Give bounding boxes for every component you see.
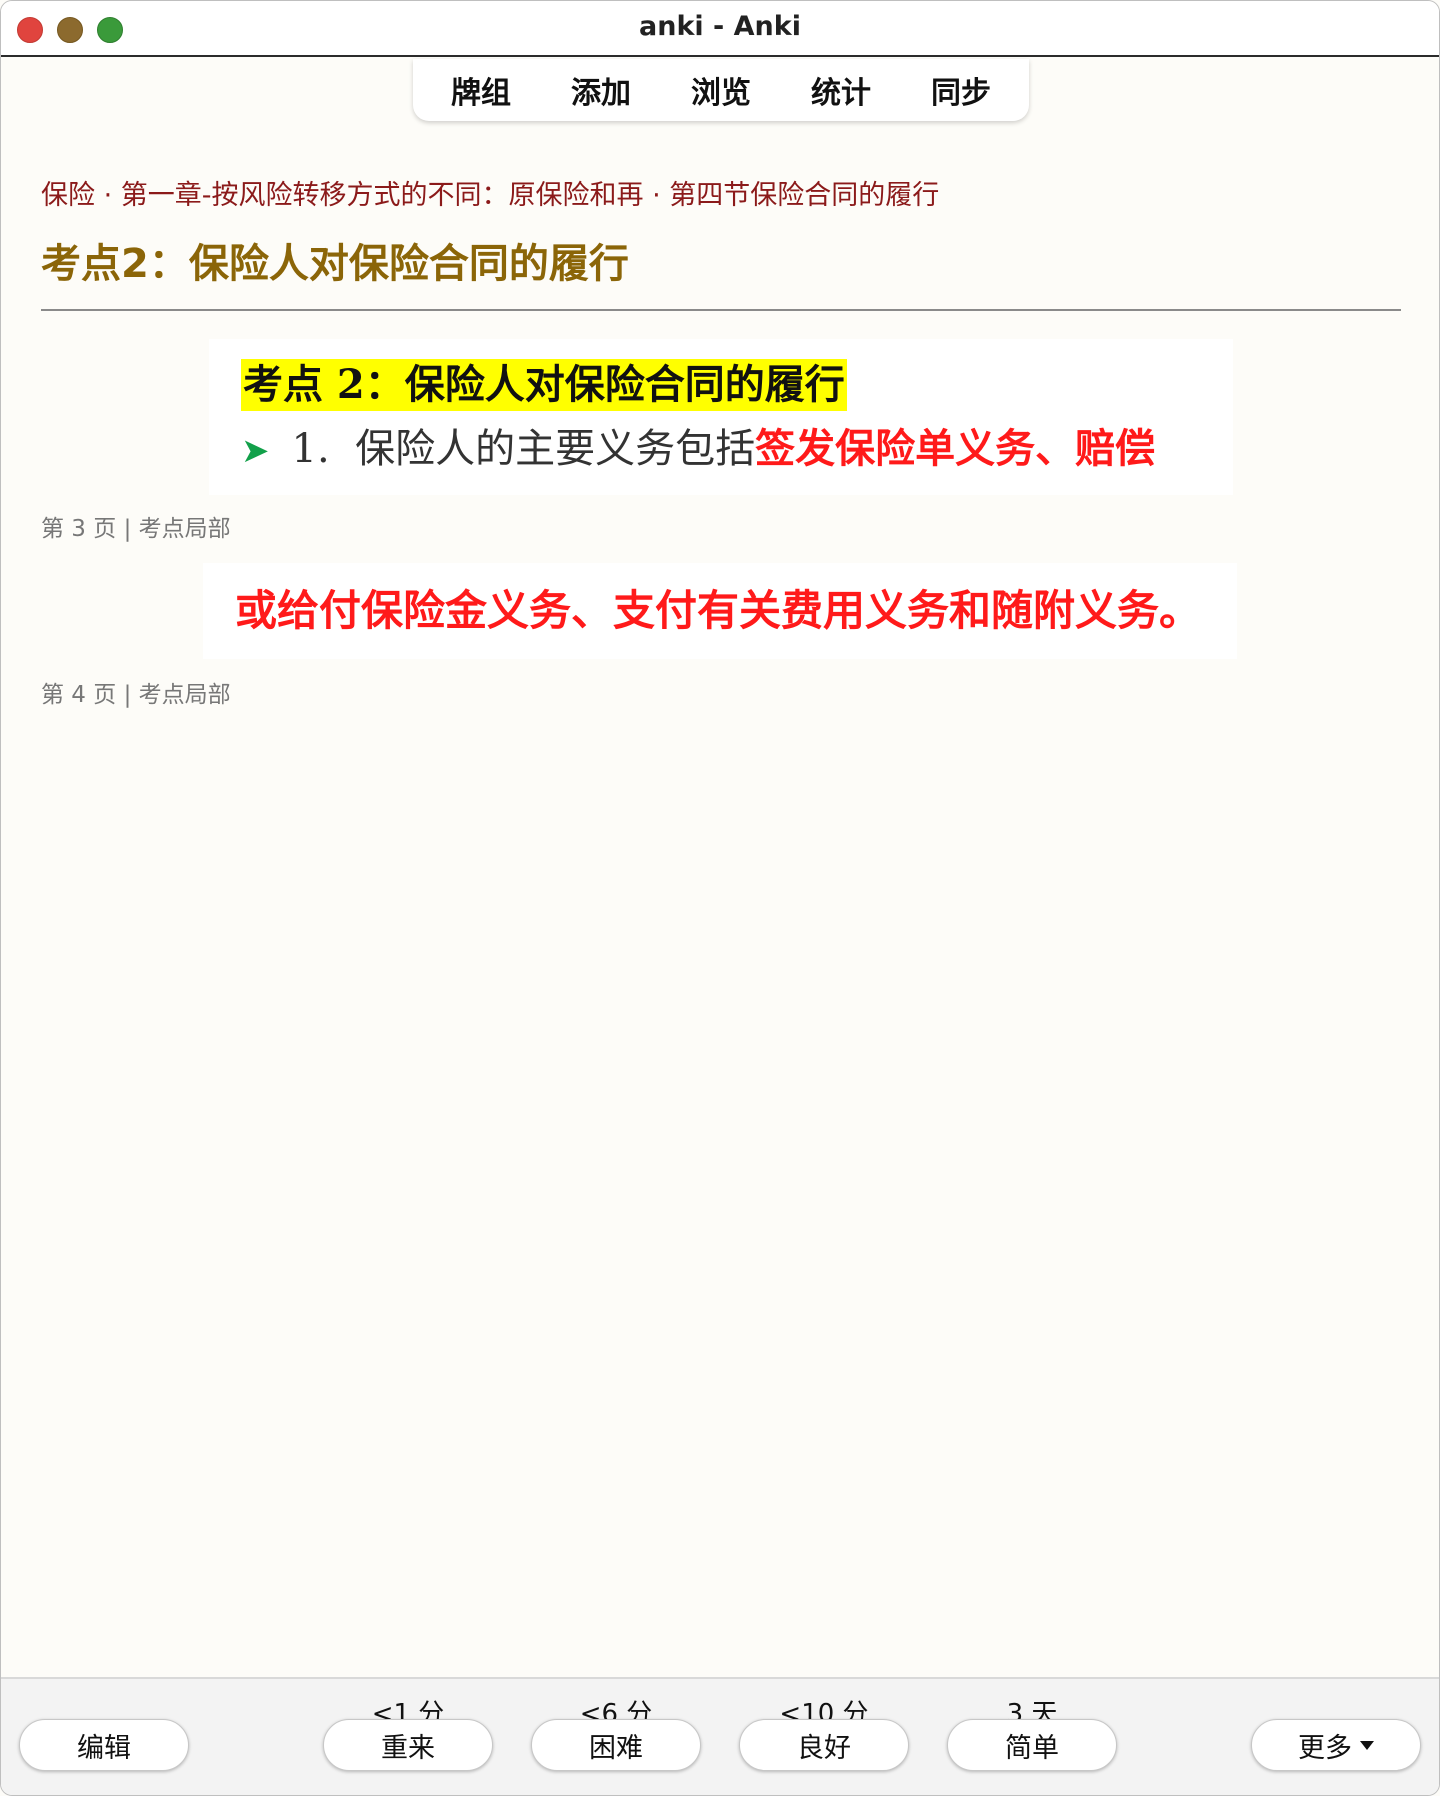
page-caption: 第 3 页 | 考点局部 <box>41 516 231 542</box>
top-nav: 牌组 添加 浏览 统计 同步 <box>413 59 1029 121</box>
slide-image-page-3: 考点 2：保险人对保险合同的履行 ➤ 1. 保险人的主要义务包括签发保险单义务、赔… <box>209 339 1233 495</box>
more-label: 更多 <box>1298 1732 1352 1764</box>
slide-text: 或给付保险金义务、支付有关费用义务和随附义务。 <box>235 586 1202 635</box>
bullet-number: 1. <box>291 426 330 472</box>
anki-window: anki - Anki 牌组 添加 浏览 统计 同步 保险 · 第一章-按风险转… <box>0 0 1440 1796</box>
window-title: anki - Anki <box>639 11 801 42</box>
slide-bullet-line: ➤ 1. 保险人的主要义务包括签发保险单义务、赔偿 <box>241 421 1155 479</box>
chevron-down-icon <box>1360 1740 1374 1750</box>
easy-button[interactable]: 简单 <box>947 1719 1117 1771</box>
bullet-text-red: 签发保险单义务、赔偿 <box>755 425 1156 472</box>
nav-decks[interactable]: 牌组 <box>421 68 541 112</box>
nav-sync[interactable]: 同步 <box>901 68 1021 112</box>
again-button[interactable]: 重来 <box>323 1719 493 1771</box>
page-caption: 第 4 页 | 考点局部 <box>41 682 231 708</box>
hard-button[interactable]: 困难 <box>531 1719 701 1771</box>
card-title: 考点2：保险人对保险合同的履行 <box>41 241 629 287</box>
nav-add[interactable]: 添加 <box>541 68 661 112</box>
title-bar: anki - Anki <box>1 1 1439 57</box>
slide-heading: 考点 2：保险人对保险合同的履行 <box>241 359 847 411</box>
nav-browse[interactable]: 浏览 <box>661 68 781 112</box>
good-button[interactable]: 良好 <box>739 1719 909 1771</box>
edit-button[interactable]: 编辑 <box>19 1719 189 1771</box>
review-bottom-bar: 编辑 <1 分 重来 <6 分 困难 <10 分 良好 3 天 简单 更多 <box>1 1677 1439 1795</box>
nav-stats[interactable]: 统计 <box>781 68 901 112</box>
slide-image-page-4: 或给付保险金义务、支付有关费用义务和随附义务。 <box>203 563 1237 659</box>
divider <box>41 309 1401 311</box>
bullet-text-plain: 保险人的主要义务包括 <box>355 426 756 472</box>
card-breadcrumb: 保险 · 第一章-按风险转移方式的不同：原保险和再 · 第四节保险合同的履行 <box>41 180 940 211</box>
more-button[interactable]: 更多 <box>1251 1719 1421 1771</box>
bullet-arrow-icon: ➤ <box>241 431 270 471</box>
